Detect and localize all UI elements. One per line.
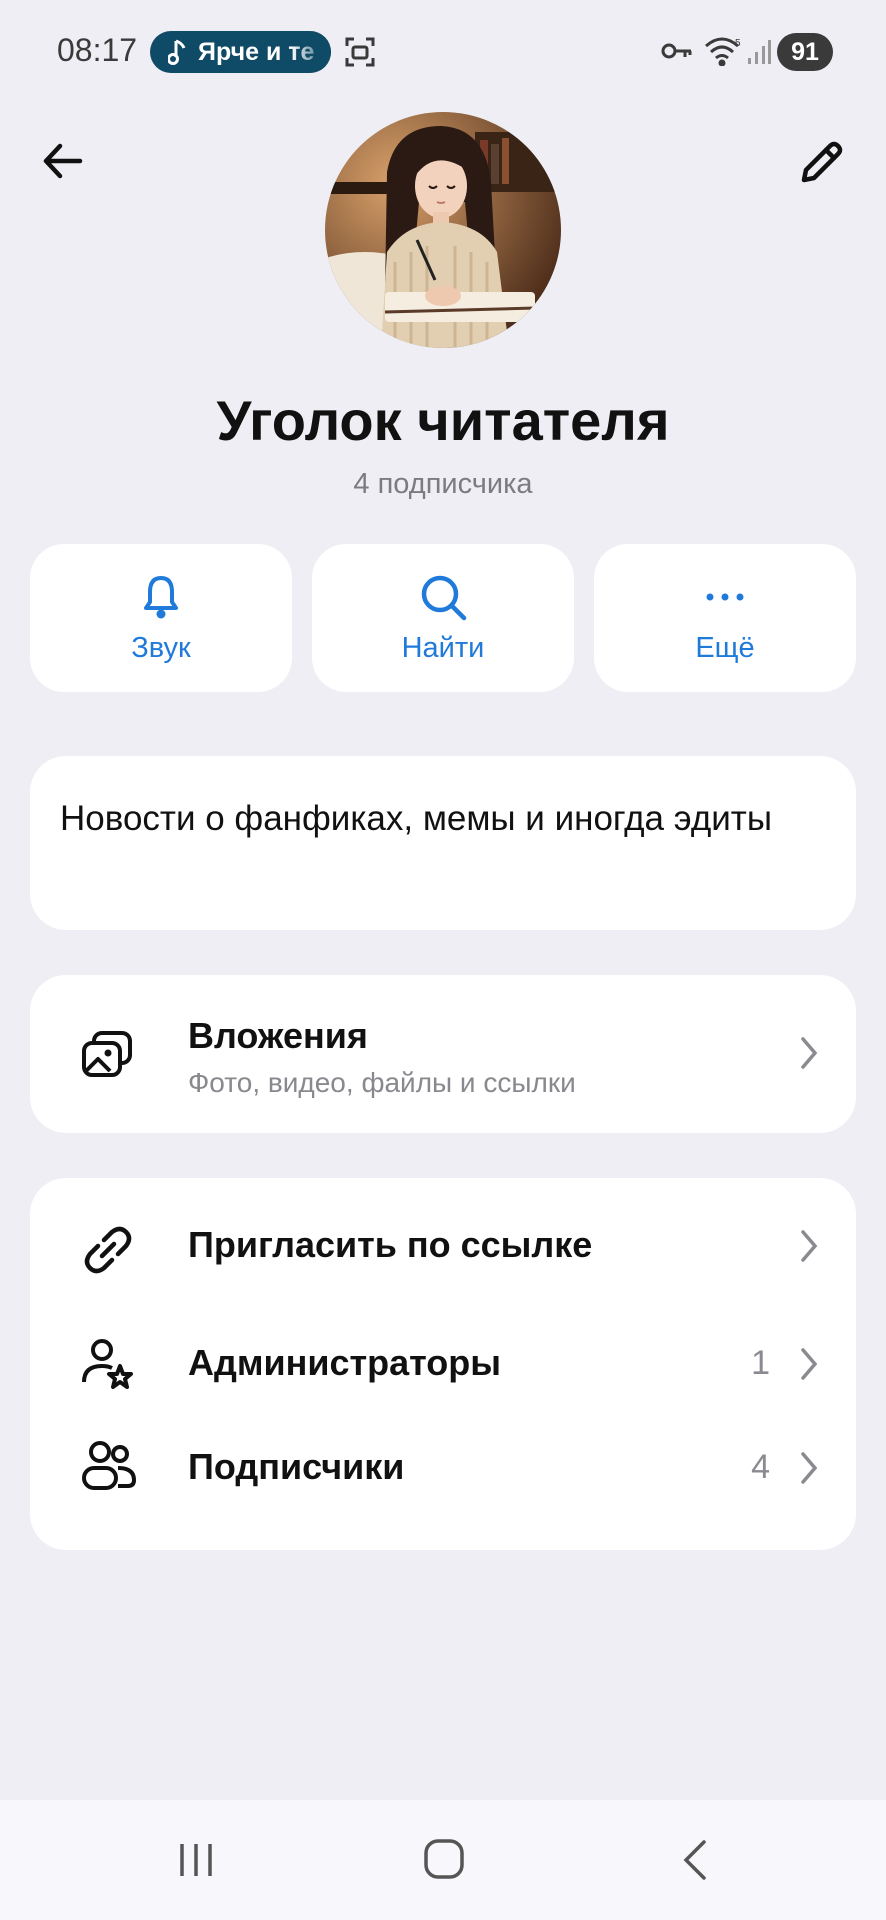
settings-list-card: Пригласить по ссылке Администраторы 1 По… [30, 1178, 856, 1550]
list-item-subscribers[interactable]: Подписчики 4 [30, 1416, 856, 1550]
more-button[interactable]: Ещё [594, 544, 856, 692]
svg-text:5: 5 [735, 38, 741, 49]
wifi-icon: 5 [704, 36, 744, 71]
nav-back-button[interactable] [680, 1838, 710, 1887]
channel-title: Уголок читателя [216, 389, 670, 452]
now-playing-pill[interactable]: Ярче и те [150, 31, 331, 73]
more-label: Ещё [695, 631, 755, 664]
attachments-card: Вложения Фото, видео, файлы и ссылки [30, 975, 856, 1133]
battery-indicator: 91 [777, 33, 833, 71]
recent-apps-button[interactable] [176, 1840, 216, 1885]
media-gallery-icon [80, 1029, 136, 1086]
users-icon [80, 1438, 138, 1499]
edit-button[interactable] [796, 136, 846, 186]
attachments-subtitle: Фото, видео, файлы и ссылки [188, 1067, 576, 1098]
chevron-right-icon [798, 1450, 820, 1491]
channel-description: Новости о фанфиках, мемы и иногда эдиты [60, 799, 772, 838]
attachments-title: Вложения [188, 1015, 368, 1056]
arrow-left-icon [43, 143, 83, 179]
admin-count: 1 [751, 1344, 770, 1382]
list-item-label: Подписчики [188, 1446, 405, 1487]
home-button[interactable] [423, 1838, 465, 1885]
chevron-right-icon [798, 1346, 820, 1387]
search-label: Найти [401, 631, 485, 664]
chevron-left-icon [683, 1840, 706, 1880]
channel-avatar[interactable] [325, 112, 561, 348]
sound-button[interactable]: Звук [30, 544, 292, 692]
admin-star-icon [80, 1336, 136, 1397]
sound-label: Звук [131, 631, 191, 664]
vpn-key-icon [661, 40, 693, 67]
description-card: Новости о фанфиках, мемы и иногда эдиты [30, 756, 856, 930]
list-item-invite-link[interactable]: Пригласить по ссылке [30, 1178, 856, 1312]
status-bar: 08:17 Ярче и те 5 91 [0, 0, 886, 104]
list-item-administrators[interactable]: Администраторы 1 [30, 1312, 856, 1416]
subscriber-count: 4 подписчика [353, 468, 533, 500]
status-time: 08:17 [57, 32, 138, 68]
music-note-icon [168, 39, 188, 65]
list-item-label: Администраторы [188, 1342, 502, 1383]
back-button[interactable] [38, 136, 88, 186]
chevron-right-icon [798, 1228, 820, 1269]
more-icon [706, 593, 744, 600]
subscriber-list-count: 4 [751, 1448, 770, 1486]
chevron-right-icon [798, 1035, 820, 1076]
system-navigation-bar [0, 1800, 886, 1920]
list-item-label: Пригласить по ссылке [188, 1224, 593, 1265]
bell-icon [144, 575, 178, 618]
screen-capture-icon [344, 36, 376, 73]
pencil-icon [801, 141, 843, 183]
attachments-row[interactable]: Вложения Фото, видео, файлы и ссылки [30, 975, 856, 1133]
search-icon [421, 575, 467, 620]
home-icon [424, 1839, 464, 1879]
link-icon [80, 1222, 136, 1283]
cell-signal-icon [746, 38, 772, 71]
recent-apps-icon [180, 1844, 212, 1876]
search-button[interactable]: Найти [312, 544, 574, 692]
